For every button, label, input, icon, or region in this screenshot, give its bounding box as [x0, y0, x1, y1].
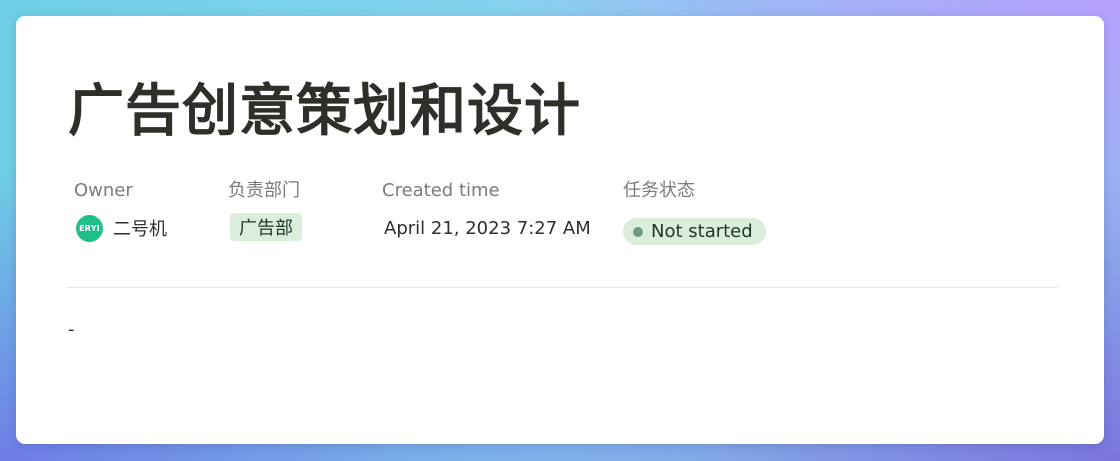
page-card: 广告创意策划和设计 Owner 负责部门 Created time 任务状态 E…	[16, 16, 1104, 444]
department-tag[interactable]: 广告部	[230, 213, 302, 241]
task-status-property-label[interactable]: 任务状态	[623, 179, 695, 203]
department-property-label[interactable]: 负责部门	[228, 179, 300, 203]
owner-name: 二号机	[113, 219, 167, 240]
task-status-badge[interactable]: Not started	[623, 218, 766, 245]
status-dot-icon	[633, 226, 643, 237]
page-body-text[interactable]: -	[68, 319, 75, 340]
divider	[66, 287, 1058, 288]
avatar: ERYI	[76, 214, 103, 242]
task-status-text: Not started	[651, 221, 753, 242]
created-time-value[interactable]: April 21, 2023 7:27 AM	[384, 214, 591, 242]
created-time-property-label[interactable]: Created time	[382, 179, 500, 203]
owner-property-value[interactable]: ERYI 二号机	[76, 213, 167, 243]
page-title[interactable]: 广告创意策划和设计	[68, 76, 581, 148]
owner-property-label[interactable]: Owner	[74, 179, 133, 203]
